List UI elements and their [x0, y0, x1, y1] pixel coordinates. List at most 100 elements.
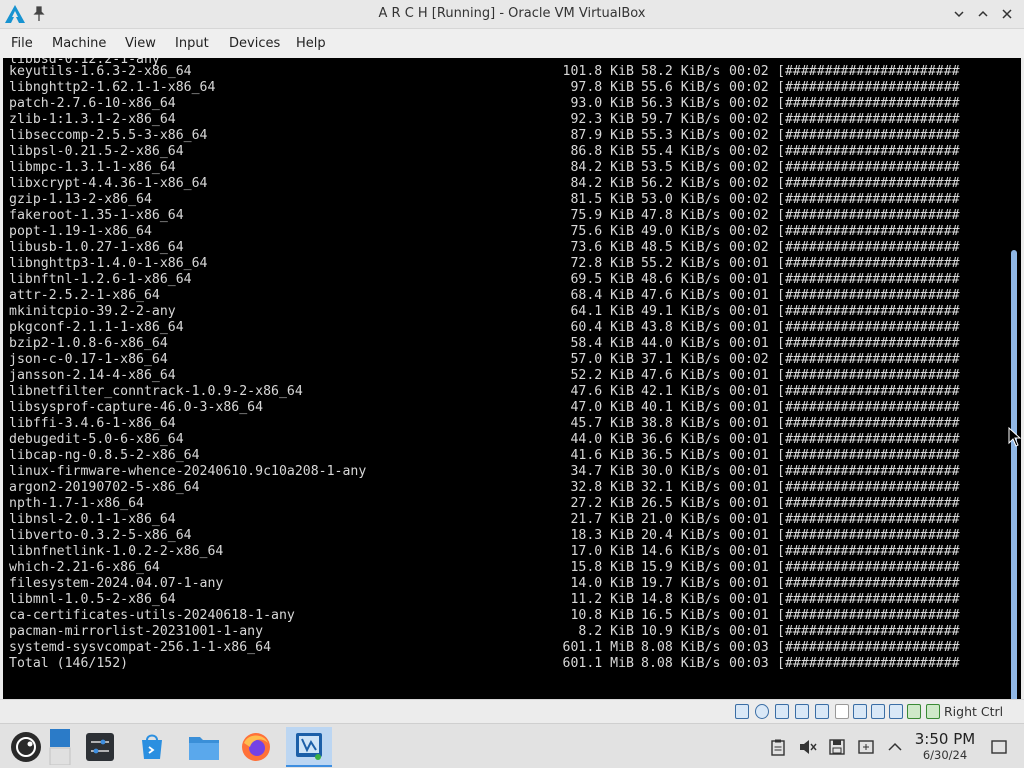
host-key-arrow-icon[interactable] [926, 704, 940, 719]
progress-bar-text: [###################### [777, 64, 960, 79]
show-desktop-button[interactable] [46, 727, 74, 767]
package-size: 84.2 KiB [570, 160, 634, 175]
clock-date[interactable]: 6/30/24 [910, 748, 980, 762]
package-name: jansson-2.14-4-x86_64 [9, 368, 176, 383]
system-settings-button[interactable] [80, 727, 120, 767]
elapsed-time: 00:02 [729, 352, 769, 367]
download-rate: 14.8 KiB/s [641, 592, 721, 607]
package-name: fakeroot-1.35-1-x86_64 [9, 208, 184, 223]
terminal-line: zlib-1:1.3.1-2-x86_64 92.3 KiB 59.7 KiB/s 0… [9, 112, 1009, 128]
file-manager-button[interactable] [184, 727, 224, 767]
package-size: 75.6 KiB [570, 224, 634, 239]
download-rate: 56.2 KiB/s [641, 176, 721, 191]
clock-time[interactable]: 3:50 PM [910, 730, 980, 748]
firefox-button[interactable] [236, 727, 276, 767]
menu-view[interactable]: View [125, 36, 156, 51]
shared-folders-icon[interactable] [835, 704, 849, 719]
package-name: libnghttp2-1.62.1-1-x86_64 [9, 80, 216, 95]
package-name: systemd-sysvcompat-256.1-1-x86_64 [9, 640, 272, 655]
package-size: 72.8 KiB [570, 256, 634, 271]
progress-bar-text: [###################### [777, 592, 960, 607]
progress-bar-text: [###################### [777, 336, 960, 351]
storage-icon[interactable] [828, 738, 846, 756]
host-key-label: Right Ctrl [944, 704, 1004, 719]
download-rate: 55.6 KiB/s [641, 80, 721, 95]
progress-bar-text: [###################### [777, 528, 960, 543]
progress-bar-text: [###################### [777, 464, 960, 479]
store-bag-icon [142, 734, 162, 759]
close-button[interactable] [997, 4, 1017, 24]
progress-bar-text: [###################### [777, 128, 960, 143]
menu-bar: File Machine View Input Devices Help [0, 29, 1024, 58]
maximize-button[interactable] [973, 4, 993, 24]
terminal-line: libnghttp3-1.4.0-1-x86_64 72.8 KiB 55.2 Ki… [9, 256, 1009, 272]
elapsed-time: 00:01 [729, 320, 769, 335]
ethernet-glyph-icon [858, 740, 874, 754]
progress-bar-text: [###################### [777, 416, 960, 431]
progress-bar-text: [###################### [777, 400, 960, 415]
package-size: 10.8 KiB [570, 608, 634, 623]
package-size: 8.2 KiB [578, 624, 634, 639]
elapsed-time: 00:02 [729, 64, 769, 79]
guest-additions-icon[interactable] [907, 704, 921, 719]
menu-file[interactable]: File [11, 36, 33, 51]
audio-icon[interactable] [775, 704, 789, 719]
recording-icon[interactable] [871, 704, 885, 719]
progress-bar-text: [###################### [777, 448, 960, 463]
terminal-line: argon2-20190702-5-x86_64 32.8 KiB 32.1 KiB… [9, 480, 1009, 496]
package-name: debugedit-5.0-6-x86_64 [9, 432, 184, 447]
menu-machine[interactable]: Machine [52, 36, 106, 51]
package-name: libnghttp3-1.4.0-1-x86_64 [9, 256, 208, 271]
package-size: 93.0 KiB [570, 96, 634, 111]
package-name: libsysprof-capture-46.0-3-x86_64 [9, 400, 264, 415]
show-desktop-peek-icon[interactable] [990, 738, 1008, 756]
virtualbox-taskbar-button[interactable] [286, 727, 332, 767]
elapsed-time: 00:01 [729, 336, 769, 351]
terminal-line: libmnl-1.0.5-2-x86_64 11.2 KiB 14.8 KiB/s 0… [9, 592, 1009, 608]
download-rate: 20.4 KiB/s [641, 528, 721, 543]
clipboard-icon[interactable] [769, 738, 787, 756]
package-name: which-2.21-6-x86_64 [9, 560, 160, 575]
menu-devices[interactable]: Devices [229, 36, 280, 51]
network-icon[interactable] [795, 704, 809, 719]
package-name: libusb-1.0.27-1-x86_64 [9, 240, 184, 255]
folder-icon [189, 737, 219, 760]
package-name: libnftnl-1.2.6-1-x86_64 [9, 272, 192, 287]
terminal-line: libxcrypt-4.4.36-1-x86_64 84.2 KiB 56.2 Ki… [9, 176, 1009, 192]
network-wired-icon[interactable] [857, 738, 875, 756]
menu-input[interactable]: Input [175, 36, 209, 51]
download-rate: 55.4 KiB/s [641, 144, 721, 159]
package-size: 86.8 KiB [570, 144, 634, 159]
package-size: 84.2 KiB [570, 176, 634, 191]
optical-drive-icon[interactable] [755, 704, 769, 719]
terminal-line: libusb-1.0.27-1-x86_64 73.6 KiB 48.5 KiB/s… [9, 240, 1009, 256]
display-icon[interactable] [853, 704, 867, 719]
package-name: bzip2-1.0.8-6-x86_64 [9, 336, 168, 351]
package-name: libnfnetlink-1.0.2-2-x86_64 [9, 544, 224, 559]
tray-expand-chevron-icon[interactable] [886, 738, 904, 756]
discover-store-button[interactable] [132, 727, 172, 767]
elapsed-time: 00:01 [729, 592, 769, 607]
minimize-button[interactable] [949, 4, 969, 24]
volume-muted-icon[interactable] [799, 738, 817, 756]
terminal-line: libnftnl-1.2.6-1-x86_64 69.5 KiB 48.6 KiB/… [9, 272, 1009, 288]
package-size: 87.9 KiB [570, 128, 634, 143]
pin-icon[interactable] [32, 6, 46, 22]
opensuse-launcher-button[interactable] [6, 727, 46, 767]
package-name: patch-2.7.6-10-x86_64 [9, 96, 176, 111]
vertical-scrollbar[interactable] [1011, 250, 1017, 699]
vm-display-terminal[interactable]: libbsd-0.12.2-1-any keyutils-1.6.3-2-x86… [3, 58, 1021, 699]
hard-disk-icon[interactable] [735, 704, 749, 719]
window-titlebar[interactable]: A R C H [Running] - Oracle VM VirtualBox [0, 0, 1024, 29]
menu-help[interactable]: Help [296, 36, 326, 51]
progress-bar-text: [###################### [777, 272, 960, 287]
elapsed-time: 00:01 [729, 256, 769, 271]
usb-icon[interactable] [815, 704, 829, 719]
progress-bar-text: [###################### [777, 96, 960, 111]
package-name: libxcrypt-4.4.36-1-x86_64 [9, 176, 208, 191]
progress-bar-text: [###################### [777, 368, 960, 383]
progress-bar-text: [###################### [777, 304, 960, 319]
vm-status-bar: Right Ctrl [0, 699, 1024, 723]
cpu-icon[interactable] [889, 704, 903, 719]
elapsed-time: 00:01 [729, 416, 769, 431]
